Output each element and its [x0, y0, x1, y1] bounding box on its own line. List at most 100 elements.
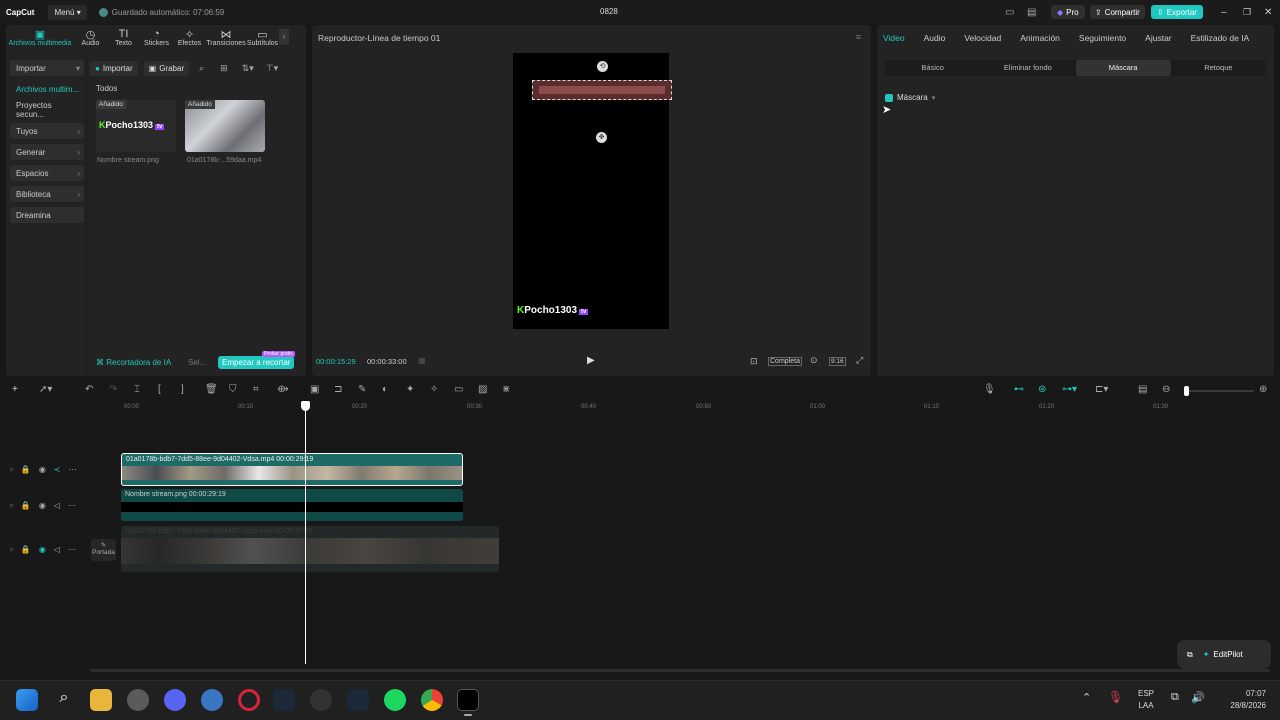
preview-axis-icon[interactable]: ⊏▾ [1095, 384, 1108, 395]
steam-icon-2[interactable] [347, 689, 369, 711]
tab-effects[interactable]: ✧ Efectos [173, 25, 206, 52]
move-icon[interactable]: ✥ [596, 132, 607, 143]
subtab-retouch[interactable]: Retoque [1171, 60, 1266, 76]
shortcuts-icon[interactable]: ▤ [1027, 5, 1036, 19]
aspect-ratio-button[interactable]: 9:16 [829, 357, 846, 366]
comment-icon[interactable]: ▤ [1138, 384, 1147, 395]
lock-icon[interactable]: 🔒 [21, 465, 31, 474]
file-explorer-icon[interactable] [90, 689, 112, 711]
redo-icon[interactable]: ↷ [109, 384, 117, 395]
snap-icon[interactable]: ⊶▾ [1062, 384, 1077, 395]
video-canvas[interactable]: ⟲ ✥ KPocho1303 tv [513, 53, 672, 329]
eye-icon[interactable]: ◉ [39, 545, 46, 554]
video-clip[interactable]: 01a0178b-bdb7-7dd5-88ee-9d04402-Vdsa.mp4… [121, 453, 463, 486]
add-track-icon[interactable]: + [12, 384, 18, 395]
zoom-slider[interactable] [1186, 390, 1254, 392]
minimize-icon[interactable]: – [1221, 5, 1227, 19]
delete-icon[interactable]: 🗑 [205, 384, 218, 395]
eye-icon[interactable]: ◉ [39, 465, 46, 474]
more-icon[interactable]: ⋯ [68, 501, 76, 510]
mask-icon[interactable]: ◐ [382, 384, 388, 395]
subtab-basic[interactable]: Básico [885, 60, 980, 76]
timeline-scrollbar[interactable] [90, 669, 1270, 672]
chevron-up-icon[interactable]: ⌃ [1082, 691, 1091, 704]
record-button[interactable]: ▣ Grabar [143, 60, 190, 76]
fullscreen-icon[interactable]: ⤢ [856, 355, 863, 366]
close-icon[interactable]: ✕ [1264, 5, 1272, 19]
app-globe-icon[interactable] [201, 689, 223, 711]
volume-icon[interactable]: 🔊 [1191, 691, 1205, 704]
start-cutting-button[interactable]: Empezar a recortar [218, 356, 295, 369]
sidebar-item-media[interactable]: Archivos multim... [10, 81, 84, 97]
sidebar-item-dreamina[interactable]: Dreamina [10, 207, 84, 223]
sidebar-item-importar[interactable]: Importar ▾ [10, 60, 84, 76]
speaker-icon[interactable]: ◁ [54, 545, 60, 554]
ratio-icon[interactable]: ⊡ [750, 356, 758, 367]
background-clip[interactable]: 01a0178b-bdb7-7dd5-88ee-9d04402-Vdsa.mp4… [121, 526, 499, 572]
thumbnail-icon[interactable]: ▣ [310, 384, 319, 395]
zoom-handle[interactable] [1184, 386, 1189, 396]
tab-transitions[interactable]: ⋈ Transiciones [206, 25, 246, 52]
audio-mute-icon[interactable]: ≺ [54, 465, 61, 474]
tab-media[interactable]: ▣ Archivos multimedia [6, 25, 74, 52]
export-button[interactable]: ⇧ Exportar [1151, 5, 1203, 19]
more-icon[interactable]: ⋯ [68, 545, 76, 554]
grid-view-icon[interactable]: ⊞ [220, 63, 228, 74]
magic-icon[interactable]: ✧ [430, 384, 438, 395]
clock[interactable]: 07:07 28/8/2026 [1226, 688, 1266, 712]
checkbox-icon[interactable] [885, 93, 893, 102]
card-icon[interactable]: ⧉ [1187, 650, 1193, 660]
steam-icon[interactable] [273, 689, 295, 711]
tab-audio[interactable]: ◷ Audio [74, 25, 107, 52]
subtab-remove-bg[interactable]: Eliminar fondo [980, 60, 1075, 76]
share-button[interactable]: ⇪ Compartir [1090, 5, 1145, 19]
tab-adjust[interactable]: Ajustar [1145, 33, 1171, 43]
media-item[interactable]: Añadido [185, 100, 265, 152]
menu-button[interactable]: Menú ▾ [48, 4, 87, 20]
restore-icon[interactable]: ❐ [1243, 5, 1251, 19]
zoom-out-icon[interactable]: ⊖ [1162, 384, 1170, 395]
tab-audio[interactable]: Audio [924, 33, 946, 43]
lock-icon[interactable]: 🔒 [21, 545, 31, 554]
split-icon[interactable]: ⌶ [134, 384, 140, 395]
search-icon[interactable]: ⌕ [199, 63, 204, 74]
link-icon[interactable]: ⊷ [1014, 384, 1024, 395]
microphone-icon[interactable]: 🎙 [983, 384, 996, 395]
focus-icon[interactable]: ⊙ [810, 355, 818, 366]
timeline-icon[interactable]: ▦ [418, 356, 426, 365]
effect-icon[interactable]: ✦ [406, 384, 414, 395]
tab-text[interactable]: TI Texto [107, 25, 140, 52]
play-icon[interactable]: ▶ [587, 355, 595, 366]
capcut-icon[interactable] [457, 689, 479, 711]
undo-icon[interactable]: ↶ [85, 384, 93, 395]
windows-start-icon[interactable] [16, 689, 38, 711]
split-right-icon[interactable]: ] [181, 384, 184, 395]
cover-button[interactable]: ✎ Portada [91, 539, 116, 561]
media-item[interactable]: Añadido KPocho1303 tv [96, 100, 176, 152]
tab-stickers[interactable]: ◔ Stickers [140, 25, 173, 52]
track-icon[interactable]: ▫ [10, 545, 13, 554]
speaker-icon[interactable]: ◁ [54, 501, 60, 510]
microphone-icon[interactable]: 🎙 [1108, 690, 1123, 704]
caption-icon[interactable]: ▭ [454, 384, 463, 395]
tab-tracking[interactable]: Seguimiento [1079, 33, 1126, 43]
chevron-right-icon[interactable]: › [279, 29, 289, 45]
more-icon[interactable]: ⋯ [69, 465, 77, 474]
sort-icon[interactable]: ⇅▾ [242, 63, 254, 74]
complete-button[interactable]: Completa [768, 357, 802, 366]
shield-icon[interactable]: ⛉ [229, 384, 237, 395]
filter-icon[interactable]: ⊤▾ [266, 63, 278, 74]
track-icon[interactable]: ▫ [10, 465, 13, 474]
opera-gx-icon[interactable] [238, 689, 260, 711]
playhead[interactable] [305, 401, 306, 664]
freeze-icon[interactable]: ⊐ [334, 384, 342, 395]
search-icon[interactable]: ⌕ [53, 689, 75, 711]
lock-icon[interactable]: 🔒 [21, 501, 31, 510]
menu-lines-icon[interactable]: ≡ [856, 32, 861, 42]
track-icon[interactable]: ▫ [10, 501, 13, 510]
image-icon[interactable]: ▨ [478, 384, 487, 395]
sidebar-item-library[interactable]: Biblioteca › [10, 186, 84, 202]
zoom-in-icon[interactable]: ⊕ [1259, 384, 1267, 395]
chrome-icon[interactable] [421, 689, 443, 711]
tab-animation[interactable]: Animación [1020, 33, 1060, 43]
